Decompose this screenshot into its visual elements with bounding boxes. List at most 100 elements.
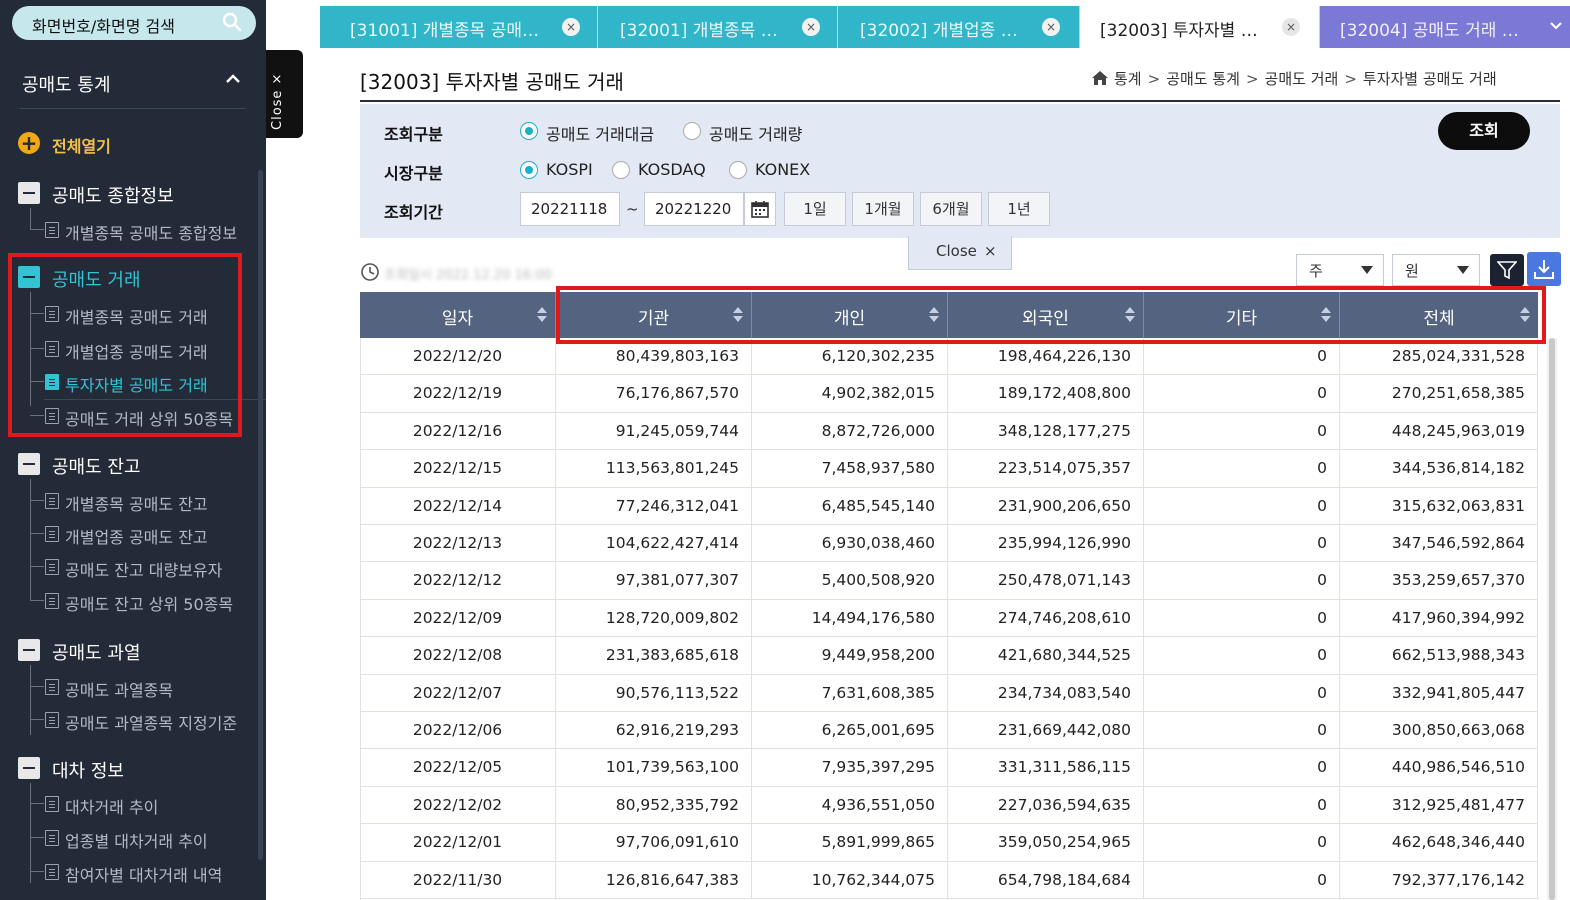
period-unit-select[interactable]: 주 (1296, 254, 1384, 286)
download-button[interactable] (1527, 252, 1561, 286)
search-icon[interactable] (222, 12, 242, 32)
table-cell: 126,816,647,383 (556, 861, 752, 899)
end-date-input[interactable]: 20221220 (644, 192, 744, 226)
period-1month-button[interactable]: 1개월 (852, 192, 914, 226)
tree-line (30, 783, 31, 883)
collapse-icon (18, 757, 40, 779)
chevron-up-icon[interactable] (224, 70, 242, 88)
home-icon[interactable] (1092, 71, 1108, 85)
table-cell: 76,176,867,570 (556, 375, 752, 413)
filter-close-button[interactable]: Close × (908, 236, 1012, 270)
title-divider (360, 100, 1560, 102)
table-row[interactable]: 2022/12/15 113,563,801,245 7,458,937,580 22… (360, 450, 1538, 488)
table-cell: 104,622,427,414 (556, 525, 752, 562)
table-cell: 417,960,394,992 (1340, 599, 1538, 637)
close-icon[interactable]: × (802, 18, 820, 36)
table-cell: 101,739,563,100 (556, 749, 752, 787)
search-button[interactable]: 조회 (1438, 112, 1530, 150)
expand-all-label: 전체열기 (52, 137, 111, 156)
chevron-down-icon[interactable] (1550, 20, 1562, 32)
sidebar-close-tab[interactable]: Close × (266, 50, 303, 138)
table-cell: 315,632,063,831 (1340, 487, 1538, 525)
table-row[interactable]: 2022/12/14 77,246,312,041 6,485,545,140 231… (360, 487, 1538, 525)
table-cell: 2022/12/16 (360, 412, 556, 450)
radio-label: KOSPI (546, 160, 593, 179)
column-header-label: 일자 (441, 309, 474, 329)
search-placeholder: 화면번호/화면명 검색 (32, 17, 175, 36)
tab-32002[interactable]: [32002] 개별업종 … × (838, 6, 1080, 48)
screen-tab-bar: [31001] 개별종목 공매… × [32001] 개별종목 … × [320… (320, 6, 1570, 48)
close-icon[interactable]: × (1042, 18, 1060, 36)
breadcrumb-item[interactable]: 공매도 통계 (1166, 70, 1240, 88)
grid-scrollbar[interactable] (1547, 338, 1557, 900)
table-cell: 2022/12/06 (360, 712, 556, 749)
query-type-label: 조회구분 (384, 125, 443, 144)
sidebar: 화면번호/화면명 검색 공매도 통계 + 전체열기 공매도 종합정보 개별종목 … (0, 0, 266, 900)
period-1day-button[interactable]: 1일 (784, 192, 846, 226)
column-header-date[interactable]: 일자 (360, 292, 556, 338)
period-1year-button[interactable]: 1년 (988, 192, 1050, 226)
table-cell: 359,050,254,965 (948, 824, 1144, 862)
sort-icon[interactable] (537, 307, 547, 323)
table-cell: 2022/12/19 (360, 375, 556, 413)
table-cell: 0 (1144, 450, 1340, 488)
table-row[interactable]: 2022/12/19 76,176,867,570 4,902,382,015 189… (360, 375, 1538, 413)
tab-32003[interactable]: [32003] 투자자별 … × (1080, 6, 1320, 48)
breadcrumb-item[interactable]: 투자자별 공매도 거래 (1363, 70, 1497, 88)
clock-icon (361, 263, 379, 281)
table-row[interactable]: 2022/12/13 104,622,427,414 6,930,038,460 23… (360, 525, 1538, 563)
close-icon[interactable]: × (562, 18, 580, 36)
document-icon (45, 679, 59, 695)
query-timestamp: 조회일시 2022.12.20 16:00 (384, 268, 553, 283)
period-6month-button[interactable]: 6개월 (920, 192, 982, 226)
table-row[interactable]: 2022/12/12 97,381,077,307 5,400,508,920 250… (360, 562, 1538, 600)
calendar-button[interactable] (744, 192, 776, 226)
breadcrumb-item[interactable]: 통계 (1114, 70, 1142, 88)
menu-group-label: 공매도 과열 (52, 643, 141, 664)
tab-label: [32001] 개별종목 … (620, 21, 778, 41)
tab-31001[interactable]: [31001] 개별종목 공매… × (320, 6, 598, 48)
table-row[interactable]: 2022/12/09 128,720,009,802 14,494,176,580 2… (360, 599, 1538, 638)
menu-item-label: 업종별 대차거래 추이 (65, 832, 208, 851)
table-cell: 270,251,658,385 (1340, 375, 1538, 413)
tab-32001[interactable]: [32001] 개별종목 … × (598, 6, 838, 48)
tree-line (30, 479, 31, 601)
menu-item-label: 개별종목 공매도 잔고 (65, 495, 208, 514)
table-row[interactable]: 2022/12/07 90,576,113,522 7,631,608,385 234… (360, 674, 1538, 712)
table-row[interactable]: 2022/12/01 97,706,091,610 5,891,999,865 359… (360, 824, 1538, 862)
table-cell: 2022/12/02 (360, 786, 556, 824)
grid-scrollbar-thumb[interactable] (1549, 338, 1555, 900)
table-row[interactable]: 2022/11/30 126,816,647,383 10,762,344,075 6… (360, 861, 1538, 899)
table-cell: 235,994,126,990 (948, 525, 1144, 562)
table-cell: 223,514,075,357 (948, 450, 1144, 488)
sidebar-scrollbar[interactable] (258, 170, 263, 860)
table-row[interactable]: 2022/12/02 80,952,335,792 4,936,551,050 227… (360, 786, 1538, 825)
table-cell: 0 (1144, 525, 1340, 562)
table-row[interactable]: 2022/12/08 231,383,685,618 9,449,958,200 42… (360, 637, 1538, 675)
tab-32004[interactable]: [32004] 공매도 거래 … (1320, 6, 1570, 48)
plus-circle-icon: + (18, 132, 40, 154)
table-row[interactable]: 2022/12/05 101,739,563,100 7,935,397,295 33… (360, 749, 1538, 787)
tab-label: [32003] 투자자별 … (1100, 21, 1258, 41)
table-row[interactable]: 2022/12/16 91,245,059,744 8,872,726,000 348… (360, 412, 1538, 451)
close-icon[interactable]: × (1282, 18, 1300, 36)
radio-label: KONEX (755, 160, 811, 179)
breadcrumb-item[interactable]: 공매도 거래 (1265, 70, 1339, 88)
start-date-input[interactable]: 20221118 (520, 192, 620, 226)
table-cell: 300,850,663,068 (1340, 712, 1538, 749)
table-cell: 90,576,113,522 (556, 674, 752, 712)
menu-item-label: 대차거래 추이 (65, 798, 159, 817)
close-tab-label: Close × (270, 72, 285, 130)
tab-label: [32002] 개별업종 … (860, 21, 1018, 41)
table-cell: 2022/12/13 (360, 525, 556, 562)
screen-search-input[interactable]: 화면번호/화면명 검색 (12, 6, 256, 40)
table-row[interactable]: 2022/12/06 62,916,219,293 6,265,001,695 231… (360, 712, 1538, 750)
table-cell: 0 (1144, 599, 1340, 637)
table-cell: 347,546,592,864 (1340, 525, 1538, 562)
filter-button[interactable] (1490, 254, 1524, 286)
menu-group-label: 공매도 잔고 (52, 457, 141, 478)
currency-unit-select[interactable]: 원 (1392, 254, 1480, 286)
menu-item-label: 개별업종 공매도 잔고 (65, 528, 208, 547)
document-icon (45, 493, 59, 509)
table-cell: 0 (1144, 487, 1340, 525)
